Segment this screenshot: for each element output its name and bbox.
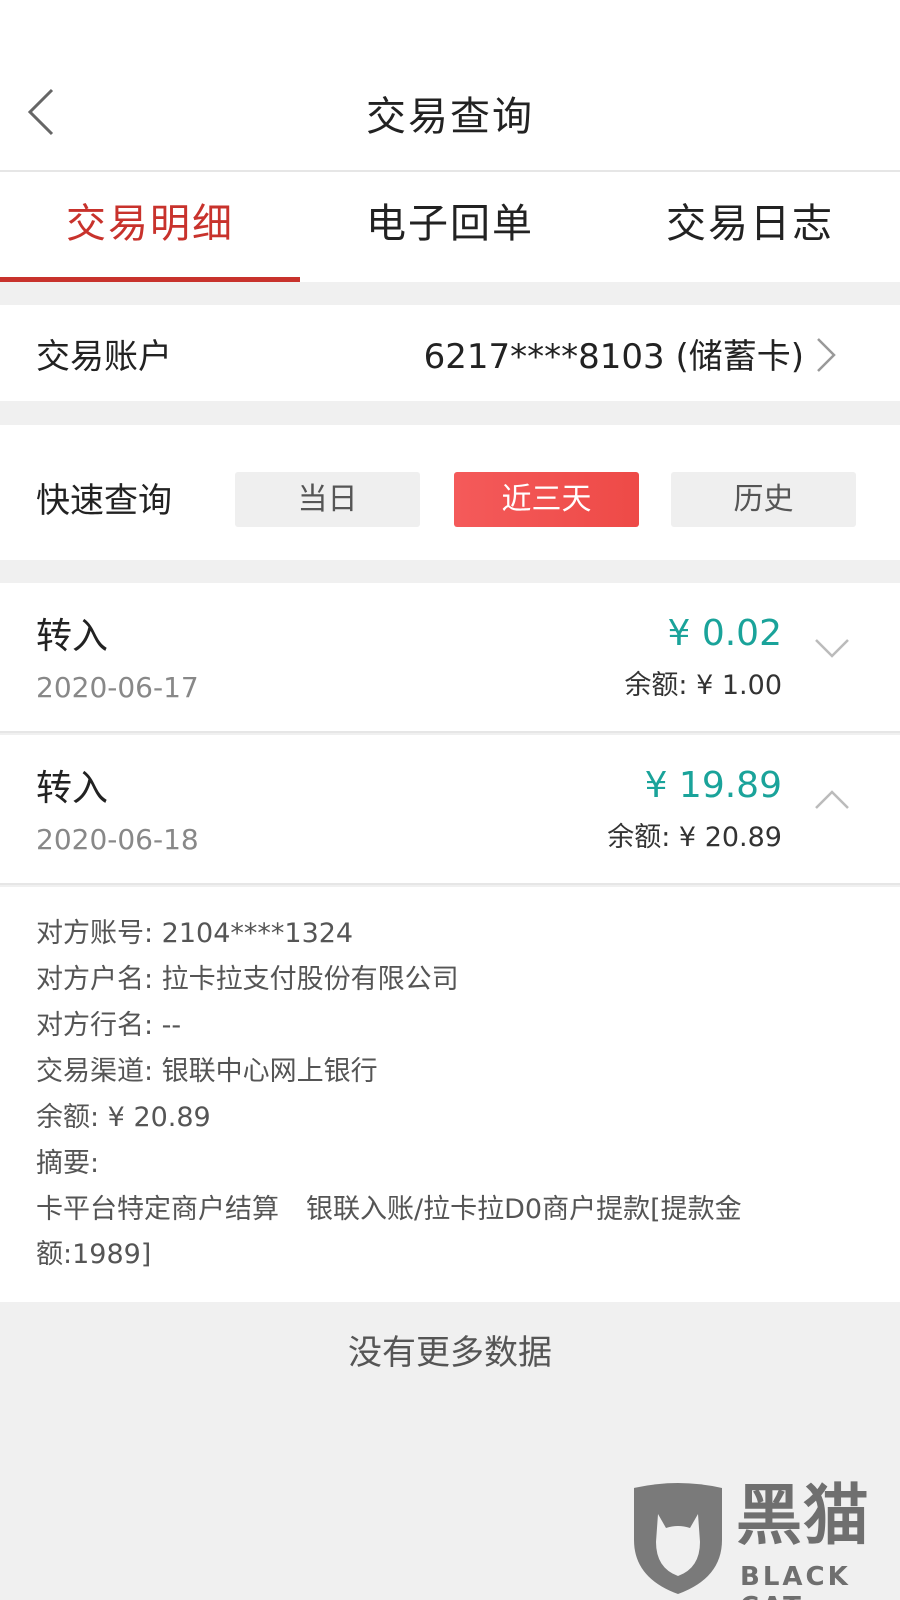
filter-today-button[interactable]: 当日 (235, 472, 420, 527)
watermark-en-text: BLACK CAT (740, 1562, 851, 1600)
account-label: 交易账户 (36, 337, 172, 377)
cat-shield-icon (634, 1483, 722, 1594)
counterparty-bank: 对方行名: -- (36, 1010, 182, 1041)
summary-label: 摘要: (36, 1148, 100, 1179)
counterparty-account: 对方账号: 2104****1324 (36, 918, 354, 949)
tab-transaction-log[interactable]: 交易日志 (600, 172, 900, 282)
chevron-down-icon[interactable] (812, 635, 852, 661)
header: 交易查询 (0, 0, 900, 172)
transaction-balance: 余额: ¥ 20.89 (607, 822, 782, 853)
screen: 交易查询 交易明细 电子回单 交易日志 交易账户 6217****8103 (储… (0, 0, 900, 1600)
watermark: 黑猫 BLACK CAT (628, 1480, 900, 1600)
page-title: 交易查询 (366, 94, 534, 140)
transaction-details: 对方账号: 2104****1324 对方户名: 拉卡拉支付股份有限公司 对方行… (0, 887, 900, 1302)
transaction-date: 2020-06-18 (36, 823, 199, 856)
chevron-right-icon (817, 338, 836, 372)
tab-e-receipt[interactable]: 电子回单 (300, 172, 600, 282)
transaction-type: 转入 (36, 768, 109, 809)
quick-query-label: 快速查询 (36, 481, 172, 521)
tab-bar: 交易明细 电子回单 交易日志 (0, 172, 900, 282)
watermark-cn-text: 黑猫 (736, 1477, 870, 1554)
filter-history-button[interactable]: 历史 (671, 472, 856, 527)
transaction-item[interactable]: 转入 2020-06-18 ¥ 19.89 余额: ¥ 20.89 (0, 735, 900, 885)
filter-last-three-days-button[interactable]: 近三天 (454, 472, 639, 527)
transaction-type: 转入 (36, 616, 109, 657)
transaction-item[interactable]: 转入 2020-06-17 ¥ 0.02 余额: ¥ 1.00 (0, 583, 900, 733)
detail-balance: 余额: ¥ 20.89 (36, 1102, 211, 1133)
chevron-up-icon[interactable] (812, 787, 852, 813)
transaction-amount: ¥ 0.02 (667, 613, 782, 654)
account-selector[interactable]: 交易账户 6217****8103 (储蓄卡) (0, 305, 900, 401)
counterparty-name: 对方户名: 拉卡拉支付股份有限公司 (36, 964, 459, 995)
tab-transaction-details[interactable]: 交易明细 (0, 172, 300, 282)
account-value: 6217****8103 (储蓄卡) (423, 337, 804, 377)
transaction-balance: 余额: ¥ 1.00 (624, 670, 782, 701)
no-more-data: 没有更多数据 (348, 1333, 552, 1373)
summary-text: 卡平台特定商户结算 银联入账/拉卡拉D0商户提款[提款金额:1989] (36, 1194, 742, 1270)
quick-query: 快速查询 当日 近三天 历史 (0, 425, 900, 560)
transaction-date: 2020-06-17 (36, 671, 199, 704)
transaction-amount: ¥ 19.89 (644, 765, 782, 806)
transaction-channel: 交易渠道: 银联中心网上银行 (36, 1056, 378, 1087)
